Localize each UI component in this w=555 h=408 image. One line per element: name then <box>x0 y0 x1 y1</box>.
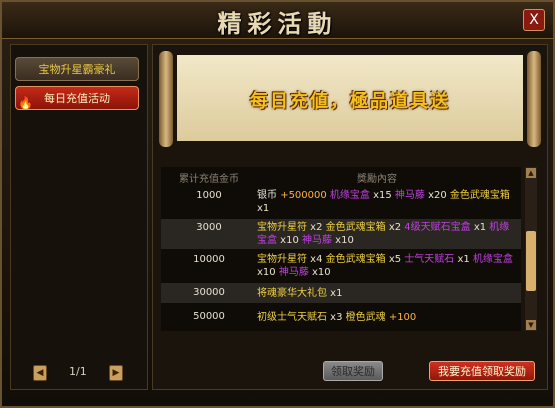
sidebar-item-label: 每日充值活动 <box>44 92 110 105</box>
reward-item: 4级天赋石宝盒 <box>404 222 471 233</box>
table-row: 1000 银币 +500000 机缘宝盒 x15 神马藤 x20 金色武魂宝箱 x… <box>161 187 521 217</box>
reward-table: 累计充值金币 獎勵內容 1000 银币 +500000 机缘宝盒 x15 神马藤 … <box>161 167 521 331</box>
banner-text: 每日充値，極品道具送 <box>250 91 450 112</box>
scroll-roll-right <box>527 51 541 147</box>
reward-item: x1 <box>327 288 343 299</box>
recharge-claim-button[interactable]: 我要充值领取奖励 <box>429 361 535 381</box>
reward-item: x1 <box>257 203 270 214</box>
reward-item: 金色武魂宝箱 <box>449 190 510 201</box>
banner: 每日充値，極品道具送 <box>177 55 523 141</box>
reward-item: x15 <box>369 190 395 201</box>
reward-item: 士气天赋石 <box>404 254 455 265</box>
row-rewards: 宝物升星符 x2 金色武魂宝箱 x2 4级天赋石宝盒 x1 机缘宝盒 x10 神… <box>257 221 519 247</box>
row-rewards: 初级士气天赋石 x3 橙色武魂 +100 <box>257 311 519 324</box>
reward-item: 金色武魂宝箱 <box>325 254 386 265</box>
row-rewards: 将魂豪华大礼包 x1 <box>257 287 519 300</box>
scroll-up-icon[interactable]: ▲ <box>526 168 536 178</box>
header-rewards: 獎勵內容 <box>357 174 397 185</box>
table-row: 30000 将魂豪华大礼包 x1 <box>161 283 521 303</box>
reward-item: x10 <box>308 267 331 278</box>
title-bar: 精彩活動 X <box>2 2 553 39</box>
claim-reward-button[interactable]: 领取奖励 <box>323 361 383 381</box>
sidebar-item-star-upgrade[interactable]: 宝物升星霸豪礼 <box>15 57 139 81</box>
table-row: 10000 宝物升星符 x4 金色武魂宝箱 x5 士气天赋石 x1 机缘宝盒 x1… <box>161 251 521 281</box>
reward-item: 神马藤 <box>394 190 425 201</box>
next-page-button[interactable]: ▶ <box>109 365 123 381</box>
reward-item: 橙色武魂 <box>345 312 386 323</box>
flame-icon: 🔥 <box>18 96 33 110</box>
event-window: 精彩活動 X 宝物升星霸豪礼 🔥 每日充值活动 ◀ 1/1 ▶ 每日充値，極品道… <box>0 0 555 408</box>
reward-item: x10 <box>257 267 279 278</box>
reward-item: +100 <box>385 312 417 323</box>
reward-item: 宝物升星符 <box>257 254 307 265</box>
table-row: 50000 初级士气天赋石 x3 橙色武魂 +100 <box>161 307 521 329</box>
reward-item: +500000 <box>280 190 330 201</box>
reward-item: 机缘宝盒 <box>472 254 513 265</box>
reward-item: 机缘宝盒 <box>329 190 370 201</box>
window-title: 精彩活動 <box>217 10 338 38</box>
close-button[interactable]: X <box>523 9 545 31</box>
row-amount: 50000 <box>193 311 225 322</box>
scroll-thumb[interactable] <box>526 231 536 291</box>
prev-page-button[interactable]: ◀ <box>33 365 47 381</box>
table-scrollbar[interactable]: ▲ ▼ <box>525 167 537 331</box>
reward-item: x4 <box>307 254 326 265</box>
row-amount: 3000 <box>196 222 222 233</box>
reward-item: x20 <box>424 190 450 201</box>
header-amount: 累计充值金币 <box>179 174 239 185</box>
event-content: 每日充値，極品道具送 累计充值金币 獎勵內容 1000 银币 +500000 机缘… <box>152 44 548 390</box>
row-rewards: 银币 +500000 机缘宝盒 x15 神马藤 x20 金色武魂宝箱 x1 <box>257 189 519 215</box>
reward-item: x10 <box>332 235 354 246</box>
table-header: 累计充值金币 獎勵內容 <box>161 167 521 185</box>
pager: ◀ 1/1 ▶ <box>33 365 133 381</box>
table-row: 3000 宝物升星符 x2 金色武魂宝箱 x2 4级天赋石宝盒 x1 机缘宝盒 x… <box>161 219 521 249</box>
reward-item: 将魂豪华大礼包 <box>257 288 327 299</box>
sidebar-item-daily-recharge[interactable]: 🔥 每日充值活动 <box>15 86 139 110</box>
reward-item: 神马藤 <box>302 235 332 246</box>
reward-item: 宝物升星符 <box>257 222 307 233</box>
reward-item: x2 <box>307 222 326 233</box>
event-sidebar: 宝物升星霸豪礼 🔥 每日充值活动 ◀ 1/1 ▶ <box>10 44 148 390</box>
reward-item: 神马藤 <box>278 267 309 278</box>
reward-item: 初级士气天赋石 <box>257 312 327 323</box>
reward-item: 金色武魂宝箱 <box>325 222 386 233</box>
page-indicator: 1/1 <box>69 365 87 378</box>
reward-item: x1 <box>454 254 473 265</box>
reward-item: x10 <box>277 235 302 246</box>
reward-item: 银币 <box>257 190 281 201</box>
scroll-down-icon[interactable]: ▼ <box>526 320 536 330</box>
reward-item: x3 <box>327 312 346 323</box>
reward-item: x5 <box>385 254 405 265</box>
reward-item: x1 <box>470 222 490 233</box>
row-amount: 10000 <box>193 254 225 265</box>
scroll-roll-left <box>159 51 173 147</box>
row-amount: 1000 <box>196 190 222 201</box>
reward-item: x2 <box>385 222 405 233</box>
row-rewards: 宝物升星符 x4 金色武魂宝箱 x5 士气天赋石 x1 机缘宝盒 x10 神马藤… <box>257 253 519 279</box>
row-amount: 30000 <box>193 287 225 298</box>
